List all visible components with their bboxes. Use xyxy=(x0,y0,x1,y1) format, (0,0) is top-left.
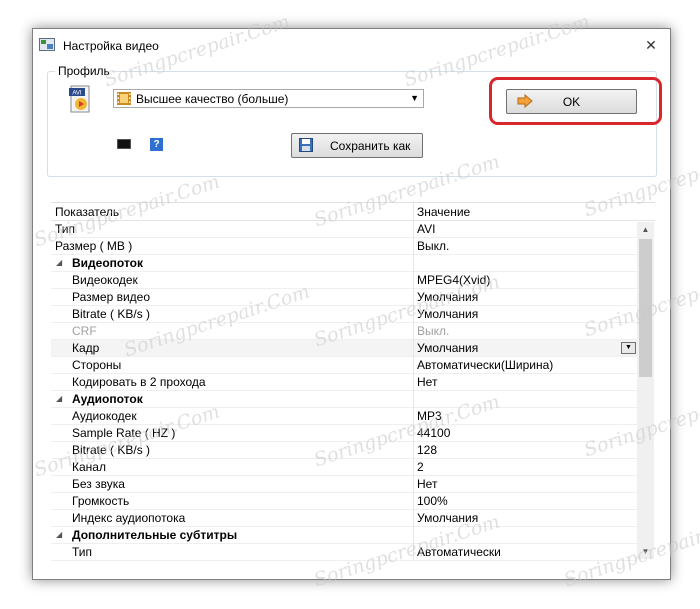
row-dropdown-button[interactable]: ▼ xyxy=(621,342,636,354)
row-name: Индекс аудиопотока xyxy=(72,511,186,525)
row-name: Видеопоток xyxy=(72,256,143,270)
row-name: Дополнительные субтитры xyxy=(72,528,238,542)
table-row[interactable]: Без звука Нет xyxy=(51,476,637,493)
group-row-subtitles[interactable]: ◢ Дополнительные субтитры xyxy=(51,527,637,544)
save-as-label: Сохранить как xyxy=(330,139,411,153)
table-row[interactable]: Размер видео Умолчания xyxy=(51,289,637,306)
row-name: CRF xyxy=(72,324,97,338)
row-value: 100% xyxy=(417,494,448,508)
row-name: Bitrate ( KB/s ) xyxy=(72,443,151,457)
row-name: Видеокодек xyxy=(72,273,138,287)
ok-highlight-annotation xyxy=(489,77,662,125)
properties-grid: Показатель Значение Тип AVI Размер ( MB … xyxy=(51,202,655,561)
save-as-button[interactable]: Сохранить как xyxy=(291,133,423,158)
window-title: Настройка видео xyxy=(63,39,159,53)
row-value: Умолчания xyxy=(417,341,479,355)
column-header-name: Показатель xyxy=(55,205,120,219)
row-value: Умолчания xyxy=(417,307,479,321)
row-name: Размер ( MB ) xyxy=(55,239,133,253)
collapse-triangle-icon[interactable]: ◢ xyxy=(56,530,62,539)
row-name: Тип xyxy=(72,545,93,559)
table-row[interactable]: Тип Автоматически xyxy=(51,544,637,561)
table-row[interactable]: Кодировать в 2 прохода Нет xyxy=(51,374,637,391)
row-name: Аудиокодек xyxy=(72,409,137,423)
table-row[interactable]: Bitrate ( KB/s ) Умолчания xyxy=(51,306,637,323)
profile-legend: Профиль xyxy=(55,64,113,78)
row-value: Нет xyxy=(417,375,438,389)
row-name: Размер видео xyxy=(72,290,151,304)
film-icon xyxy=(117,92,131,105)
close-button[interactable]: ✕ xyxy=(639,35,663,55)
collapse-triangle-icon[interactable]: ◢ xyxy=(56,258,62,267)
table-row[interactable]: Аудиокодек MP3 xyxy=(51,408,637,425)
avi-format-icon: AVI xyxy=(69,85,90,113)
avi-icon-label: AVI xyxy=(72,91,82,97)
table-row[interactable]: Тип AVI xyxy=(51,221,637,238)
table-row[interactable]: Громкость 100% xyxy=(51,493,637,510)
help-icon[interactable]: ? xyxy=(150,138,163,151)
column-header-value: Значение xyxy=(417,205,471,219)
row-value: 128 xyxy=(417,443,438,457)
chevron-down-icon: ▼ xyxy=(410,93,419,103)
row-value: 2 xyxy=(417,460,424,474)
row-value: Нет xyxy=(417,477,438,491)
row-name: Громкость xyxy=(72,494,130,508)
scroll-up-icon[interactable]: ▲ xyxy=(637,222,654,237)
row-value: Выкл. xyxy=(417,324,450,338)
grid-scrollbar[interactable]: ▲ ▼ xyxy=(637,222,654,559)
row-value: Умолчания xyxy=(417,511,479,525)
row-value: AVI xyxy=(417,222,436,236)
row-value: MPEG4(Xvid) xyxy=(417,273,491,287)
row-name: Канал xyxy=(72,460,106,474)
row-value: Автоматически(Ширина) xyxy=(417,358,554,372)
title-bar: Настройка видео ✕ xyxy=(33,29,670,61)
collapse-triangle-icon[interactable]: ◢ xyxy=(56,394,62,403)
row-value: MP3 xyxy=(417,409,442,423)
row-name: Аудиопоток xyxy=(72,392,143,406)
group-row-video[interactable]: ◢ Видеопоток xyxy=(51,255,637,272)
profile-select[interactable]: Высшее качество (больше) ▼ xyxy=(113,89,424,108)
profile-select-value: Высшее качество (больше) xyxy=(136,92,289,106)
row-name: Стороны xyxy=(72,358,122,372)
row-name: Bitrate ( KB/s ) xyxy=(72,307,151,321)
row-name: Тип xyxy=(55,222,76,236)
table-row[interactable]: Канал 2 xyxy=(51,459,637,476)
group-row-audio[interactable]: ◢ Аудиопоток xyxy=(51,391,637,408)
scroll-down-icon[interactable]: ▼ xyxy=(637,544,654,559)
scroll-thumb[interactable] xyxy=(639,239,652,377)
app-icon xyxy=(39,38,55,51)
table-row: CRF Выкл. xyxy=(51,323,637,340)
row-name: Без звука xyxy=(72,477,125,491)
table-row-selected[interactable]: Кадр Умолчания ▼ xyxy=(51,340,637,357)
row-value: 44100 xyxy=(417,426,451,440)
row-name: Sample Rate ( HZ ) xyxy=(72,426,176,440)
row-name: Кодировать в 2 прохода xyxy=(72,375,206,389)
grid-header: Показатель Значение xyxy=(51,203,655,221)
table-row[interactable]: Индекс аудиопотока Умолчания xyxy=(51,510,637,527)
table-row[interactable]: Размер ( MB ) Выкл. xyxy=(51,238,637,255)
settings-dialog: Настройка видео ✕ Профиль AVI Высшее кач… xyxy=(32,28,671,580)
grid-rows: Тип AVI Размер ( MB ) Выкл. ◢ Видеопоток… xyxy=(51,221,637,561)
row-value: Автоматически xyxy=(417,545,501,559)
table-row[interactable]: Bitrate ( KB/s ) 128 xyxy=(51,442,637,459)
table-row[interactable]: Видеокодек MPEG4(Xvid) xyxy=(51,272,637,289)
column-separator[interactable] xyxy=(413,203,414,561)
save-disk-icon xyxy=(299,138,313,152)
row-name: Кадр xyxy=(72,341,100,355)
row-value: Выкл. xyxy=(417,239,450,253)
table-row[interactable]: Sample Rate ( HZ ) 44100 xyxy=(51,425,637,442)
command-line-icon[interactable] xyxy=(117,139,131,149)
table-row[interactable]: Стороны Автоматически(Ширина) xyxy=(51,357,637,374)
row-value: Умолчания xyxy=(417,290,479,304)
